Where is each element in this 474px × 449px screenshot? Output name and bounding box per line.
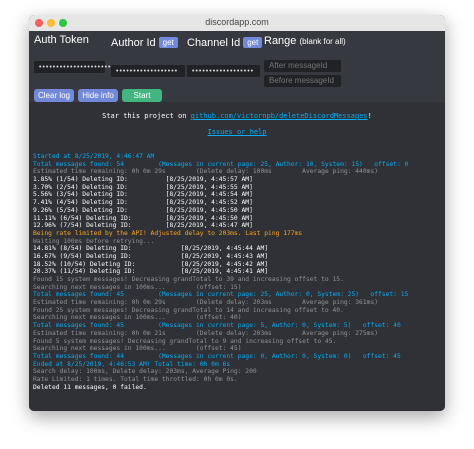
auth-token-label: Auth Token <box>34 34 89 46</box>
channel-id-get-button[interactable]: get <box>243 37 263 48</box>
log-line: Found 15 system messages! Decreasing gra… <box>33 276 344 283</box>
issues-link[interactable]: Issues or help <box>207 128 266 136</box>
log-line: 5.56% (3/54) Deleting ID: [8/25/2019, 4:… <box>33 191 253 199</box>
channel-id-label: Channel Id get <box>187 37 263 49</box>
log-line: Total messages found: 45 (Messages in cu… <box>33 291 409 299</box>
log-line: 3.70% (2/54) Deleting ID: [8/25/2019, 4:… <box>33 183 253 191</box>
author-id-label-text: Author Id <box>111 37 156 49</box>
log-output: Started at 8/25/2019, 4:46:47 AM Total me… <box>33 153 441 391</box>
log-line: 20.37% (11/54) Deleting ID: [8/25/2019, … <box>33 268 269 276</box>
log-line: Total messages found: 45 (Messages in cu… <box>33 322 401 330</box>
log-line: 12.96% (7/54) Deleting ID: [8/25/2019, 4… <box>33 222 253 230</box>
log-line: Searching next messages in 100ms... (off… <box>33 314 242 322</box>
clear-log-button[interactable]: Clear log <box>34 89 74 102</box>
log-line: Ended at 8/25/2019, 4:46:53 AM! Total ti… <box>33 360 231 368</box>
hide-info-button[interactable]: Hide info <box>78 89 118 102</box>
window-titlebar: discordapp.com <box>29 15 445 32</box>
star-message: Star this project on github.com/victornp… <box>29 112 445 120</box>
log-line: Searching next messages in 100ms... (off… <box>33 345 242 353</box>
log-line: Found 25 system messages! Decreasing gra… <box>33 306 344 314</box>
author-id-get-button[interactable]: get <box>158 37 178 48</box>
log-line: Rate Limited: 1 times. Total time thrott… <box>33 375 238 383</box>
controls-panel: Auth Token •••••••••••••••••••••••••••••… <box>29 31 445 102</box>
log-line: Searching next messages in 100ms... (off… <box>33 283 242 291</box>
author-id-input[interactable]: •••••••••••••••••• <box>111 65 185 77</box>
before-message-id-input[interactable] <box>264 75 341 87</box>
star-prefix: Star this project on <box>102 112 191 120</box>
author-id-label: Author Id get <box>111 37 178 49</box>
log-line: Total messages found: 54 (Messages in cu… <box>33 160 409 168</box>
log-line: Total messages found: 44 (Messages in cu… <box>33 352 401 360</box>
star-suffix: ! <box>367 112 372 120</box>
range-label: Range (blank for all) <box>264 35 346 47</box>
window-title: discordapp.com <box>205 17 269 27</box>
log-line: 1.85% (1/54) Deleting ID: [8/25/2019, 4:… <box>33 176 253 184</box>
log-line: 18.52% (10/54) Deleting ID: [8/25/2019, … <box>33 260 269 268</box>
log-line: 11.11% (6/54) Deleting ID: [8/25/2019, 4… <box>33 214 253 222</box>
log-line: Started at 8/25/2019, 4:46:47 AM <box>33 153 155 160</box>
log-line: Search delay: 100ms, Delete delay: 203ms… <box>33 368 257 376</box>
range-hint: (blank for all) <box>299 37 346 46</box>
channel-id-label-text: Channel Id <box>187 37 241 49</box>
channel-id-input[interactable]: •••••••••••••••••• <box>187 65 260 77</box>
start-button[interactable]: Start <box>122 89 162 102</box>
log-line: Deleted 11 messages, 0 failed. <box>33 383 147 391</box>
log-line: 14.81% (8/54) Deleting ID: [8/25/2019, 4… <box>33 245 269 253</box>
log-line: 9.26% (5/54) Deleting ID: [8/25/2019, 4:… <box>33 206 253 214</box>
log-console: Star this project on github.com/victornp… <box>29 102 445 411</box>
after-message-id-input[interactable] <box>264 60 341 72</box>
log-line: Estimated time remaining: 0h 0m 29s (Del… <box>33 299 378 307</box>
log-line: Estimated time remaining: 0h 0m 29s (Del… <box>33 168 378 176</box>
log-line: Found 5 system messages! Decreasing gran… <box>33 337 337 345</box>
range-label-text: Range <box>264 35 297 47</box>
log-line: 16.67% (9/54) Deleting ID: [8/25/2019, 4… <box>33 252 269 260</box>
log-line: Waiting 100ms before retrying... <box>33 237 155 245</box>
log-line: Being rate limited by the API! Adjusted … <box>33 229 303 237</box>
issues-message: Issues or help <box>29 128 445 136</box>
auth-token-input[interactable]: •••••••••••••••••••••••••••••••• <box>34 61 148 73</box>
github-link[interactable]: github.com/victornpb/deleteDiscordMessag… <box>191 112 368 120</box>
app-window: discordapp.com Auth Token ••••••••••••••… <box>29 15 445 411</box>
log-line: 7.41% (4/54) Deleting ID: [8/25/2019, 4:… <box>33 199 253 207</box>
log-line: Estimated time remaining: 0h 0m 21s (Del… <box>33 329 378 337</box>
